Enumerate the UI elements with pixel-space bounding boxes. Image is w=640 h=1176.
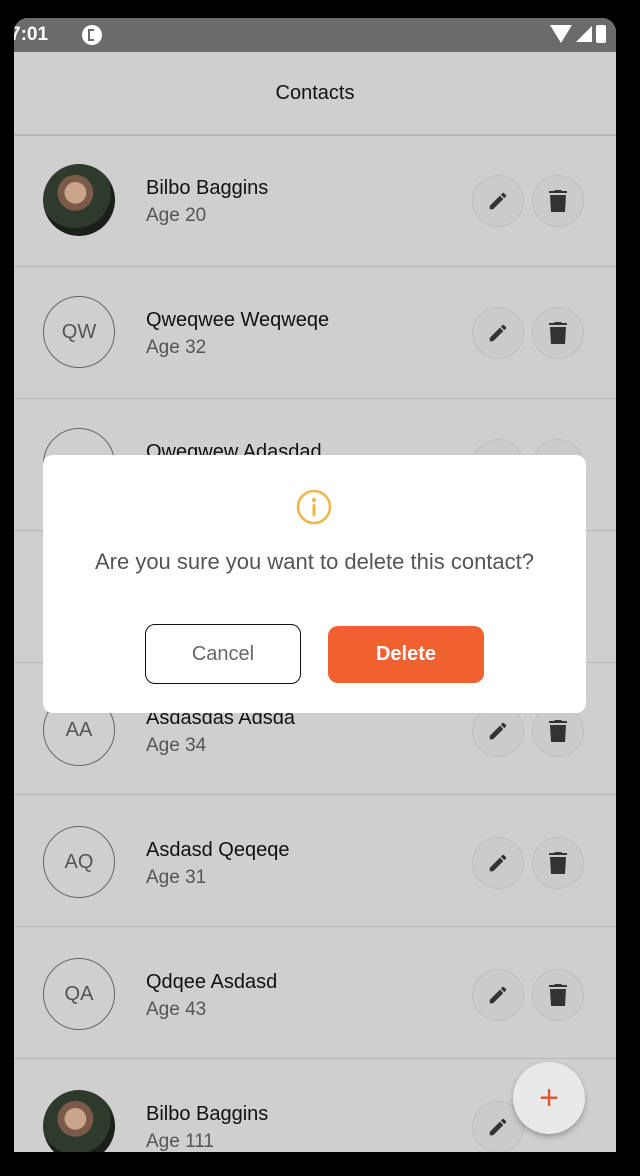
plus-icon: +	[539, 1079, 559, 1117]
delete-button[interactable]: Delete	[328, 626, 484, 683]
dialog-message: Are you sure you want to delete this con…	[94, 549, 535, 574]
add-contact-button[interactable]: +	[513, 1062, 585, 1134]
modal-overlay: Are you sure you want to delete this con…	[14, 18, 616, 1152]
navigation-bar	[0, 1152, 640, 1176]
info-icon	[296, 489, 332, 525]
cancel-button[interactable]: Cancel	[145, 624, 301, 684]
phone-screen: 7:01 Contacts Bilbo Baggins Age 20 QW Qw…	[14, 18, 616, 1152]
delete-confirm-dialog: Are you sure you want to delete this con…	[43, 455, 586, 713]
